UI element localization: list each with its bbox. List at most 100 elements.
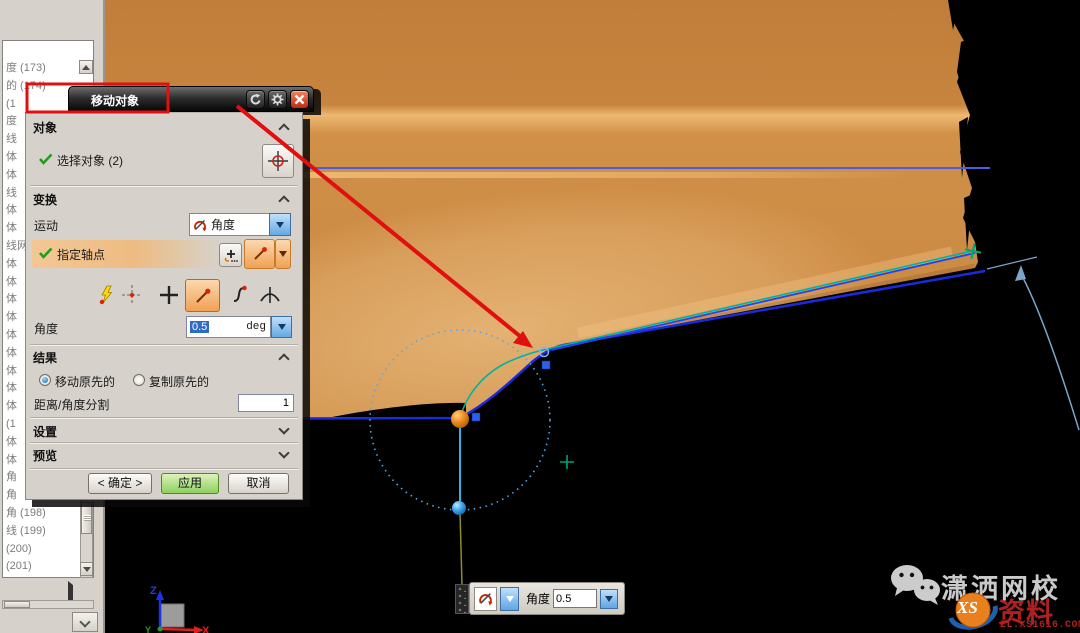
down-arrow-icon xyxy=(278,324,286,330)
motion-dropdown-field[interactable]: 角度 xyxy=(189,213,270,236)
tree-item[interactable]: 体 xyxy=(6,291,17,308)
mini-angle-input[interactable] xyxy=(553,589,597,608)
tree-item[interactable]: 体 xyxy=(6,256,17,273)
tree-item[interactable]: 体 xyxy=(6,345,17,362)
reset-icon[interactable] xyxy=(246,90,265,109)
chevron-down-icon xyxy=(79,616,90,627)
down-arrow-icon xyxy=(83,567,91,572)
angle-value: 0.5 xyxy=(190,321,209,333)
tree-item[interactable]: 体 xyxy=(6,149,17,166)
chevron-down-icon xyxy=(278,447,289,458)
tree-item[interactable]: 体 xyxy=(6,309,17,326)
existing-point-icon[interactable] xyxy=(159,285,179,305)
tree-item[interactable]: 体 xyxy=(6,434,17,451)
move-original-radio[interactable] xyxy=(39,374,51,386)
tree-item[interactable]: 体 xyxy=(6,363,17,380)
scrollbar-thumb[interactable] xyxy=(81,502,92,534)
tree-item[interactable]: 体 xyxy=(6,220,17,237)
scrollbar-thumb[interactable] xyxy=(4,601,30,608)
tree-item[interactable]: 角 xyxy=(6,487,17,504)
angle-unit: deg xyxy=(246,321,266,333)
down-arrow-icon xyxy=(605,596,613,602)
dialog-titlebar[interactable]: 移动对象 xyxy=(68,86,314,112)
tree-item[interactable]: 体 xyxy=(6,167,17,184)
vector-point-dropdown[interactable] xyxy=(275,239,291,269)
origin-sphere-handle xyxy=(451,410,469,428)
dialog-title: 移动对象 xyxy=(91,92,139,109)
panel-collapse-button[interactable] xyxy=(72,612,98,632)
motion-dropdown-button[interactable] xyxy=(269,213,291,236)
tree-item[interactable]: (201) xyxy=(6,558,32,575)
rotation-arc-arrow[interactable] xyxy=(987,257,1079,430)
section-preview[interactable]: 预览 xyxy=(26,445,304,465)
copy-original-radio[interactable] xyxy=(133,374,145,386)
copy-original-label[interactable]: 复制原先的 xyxy=(149,373,209,390)
tree-item[interactable]: 的 (174) xyxy=(6,78,46,95)
tree-item[interactable]: 线 xyxy=(6,185,17,202)
tree-item[interactable]: 体 xyxy=(6,202,17,219)
end-point-button-selected[interactable] xyxy=(185,279,220,312)
dialog-body: 对象 选择对象 (2) 变换 运动 角度 xyxy=(25,112,303,500)
tree-item[interactable]: 线 xyxy=(6,131,17,148)
wechat-icon xyxy=(889,563,943,607)
divider xyxy=(30,185,298,187)
tree-item[interactable]: 体 xyxy=(6,452,17,469)
check-icon xyxy=(39,153,53,165)
intersection-point-icon[interactable] xyxy=(259,285,281,305)
angle-value-field[interactable]: 0.5 deg xyxy=(186,316,271,338)
wcs-cube xyxy=(161,604,184,627)
drag-square-handle xyxy=(542,361,550,369)
scroll-up-button[interactable] xyxy=(79,60,93,74)
toolbar-bar: 角度 xyxy=(469,582,625,615)
dropdown-arrow-icon xyxy=(279,251,287,257)
dropdown-arrow-icon xyxy=(276,222,284,228)
tree-item[interactable]: (1 xyxy=(6,96,16,113)
section-result[interactable]: 结果 xyxy=(26,347,304,367)
apply-button[interactable]: 应用 xyxy=(161,473,219,494)
divider xyxy=(30,417,298,419)
angle-mode-button[interactable] xyxy=(474,587,497,611)
cursor-location-icon[interactable] xyxy=(122,285,142,305)
angle-spinner-button[interactable] xyxy=(271,316,292,338)
section-settings[interactable]: 设置 xyxy=(26,421,304,441)
select-object-button[interactable] xyxy=(262,144,294,178)
section-transform[interactable]: 变换 xyxy=(26,189,304,209)
tree-item[interactable]: 体 xyxy=(6,274,17,291)
tree-item[interactable]: 角 (198) xyxy=(6,505,46,522)
motion-label: 运动 xyxy=(34,217,58,234)
up-arrow-icon xyxy=(82,65,90,70)
select-count: (2) xyxy=(108,154,123,168)
scroll-down-button[interactable] xyxy=(80,562,93,576)
axis-extension-line xyxy=(460,512,462,585)
tree-item[interactable]: 度 (173) xyxy=(6,60,46,77)
division-input[interactable] xyxy=(238,394,294,412)
tree-item[interactable]: 线 (199) xyxy=(6,523,46,540)
tree-item[interactable]: 体 xyxy=(6,398,17,415)
tree-item[interactable]: (200) xyxy=(6,541,32,558)
axis-point-label: 指定轴点 xyxy=(57,246,105,263)
tree-item[interactable]: (1 xyxy=(6,416,16,433)
mini-angle-spinner[interactable] xyxy=(600,589,618,609)
x-axis-label: X xyxy=(202,625,210,633)
tree-item[interactable]: 体 xyxy=(6,327,17,344)
cancel-button[interactable]: 取消 xyxy=(228,473,289,494)
end-point-icon xyxy=(194,287,212,305)
gear-icon[interactable] xyxy=(268,90,287,109)
divider xyxy=(30,468,298,470)
tree-item[interactable]: 角 xyxy=(6,469,17,486)
tree-item[interactable]: 体 xyxy=(6,380,17,397)
point-on-curve-icon[interactable] xyxy=(229,285,249,305)
tree-item[interactable]: 度 xyxy=(6,113,17,130)
tree-horizontal-scrollbar[interactable] xyxy=(2,600,94,609)
angle-mode-dropdown[interactable] xyxy=(500,587,519,611)
toolbar-drag-handle[interactable] xyxy=(455,584,469,614)
section-object[interactable]: 对象 xyxy=(26,117,304,137)
inferred-point-icon[interactable] xyxy=(98,285,116,305)
dropdown-arrow-icon xyxy=(506,596,514,602)
z-axis-label: Z xyxy=(150,585,157,597)
point-dialog-button[interactable] xyxy=(219,243,242,267)
ok-button[interactable]: < 确定 > xyxy=(88,473,152,494)
vector-point-button[interactable] xyxy=(244,239,275,269)
close-icon[interactable] xyxy=(290,90,309,109)
move-original-label[interactable]: 移动原先的 xyxy=(55,373,115,390)
